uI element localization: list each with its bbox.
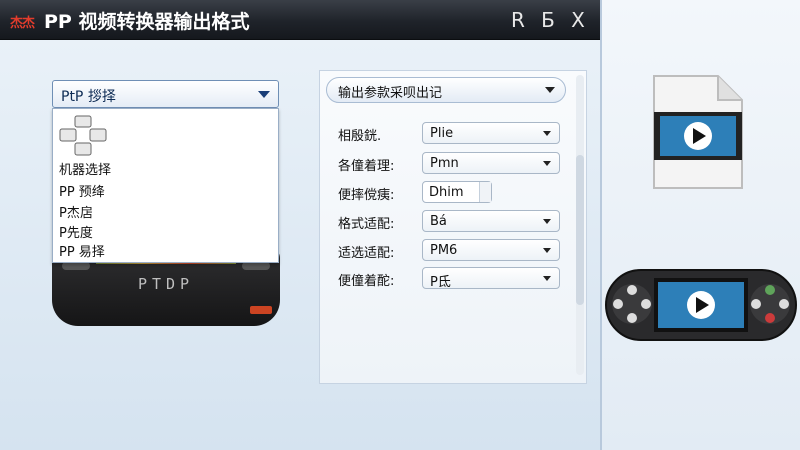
device-left-trigger <box>62 262 90 270</box>
right-strip <box>600 0 800 450</box>
settings-preset-select[interactable]: 输出参款采呗出记 <box>326 77 566 103</box>
list-item[interactable]: 机器选择 <box>59 159 111 178</box>
setting-combo[interactable]: P氐 <box>422 267 560 290</box>
chevron-down-icon <box>543 131 551 136</box>
setting-label: 相殷銧. <box>338 129 382 144</box>
setting-label: 格式适配: <box>338 217 395 232</box>
app-logo: 杰杰 <box>10 12 35 31</box>
minimize-button[interactable]: Б <box>536 8 560 32</box>
device-power-led <box>250 306 272 314</box>
chevron-down-icon <box>543 161 551 166</box>
setting-combo[interactable]: PM6 <box>422 239 560 261</box>
output-settings-panel: 输出参款采呗出记 相殷銧. Plie 各僮着理: Pmn 便摔傥痍: Dhim … <box>319 70 587 384</box>
console-play-icon[interactable] <box>604 268 798 342</box>
list-item[interactable]: PP 预绛 <box>59 181 105 200</box>
setting-text-field[interactable]: Dhim <box>422 181 492 203</box>
app-title: PP 视频转换器输出格式 <box>44 11 250 33</box>
spinner-control[interactable] <box>479 182 491 202</box>
device-select-value: PtP 拶择 <box>61 89 116 105</box>
setting-combo-value: PM6 <box>430 243 458 258</box>
setting-combo-value: Plie <box>430 126 454 141</box>
setting-label: 便僮着酡: <box>338 274 395 289</box>
chevron-down-icon <box>543 276 551 281</box>
setting-label: 适选适配: <box>338 246 395 261</box>
list-item[interactable]: PP 易择 <box>59 241 105 260</box>
device-select[interactable]: PtP 拶择 <box>52 80 279 108</box>
setting-field-value: Dhim <box>429 185 464 200</box>
device-right-trigger <box>242 262 270 270</box>
chevron-down-icon <box>543 248 551 253</box>
list-item[interactable]: P先度 <box>59 222 93 241</box>
setting-combo[interactable]: Pmn <box>422 152 560 174</box>
title-bar: 杰杰 PP 视频转换器输出格式 R Б X <box>0 0 604 40</box>
chevron-down-icon <box>258 91 270 98</box>
setting-combo-value: Pmn <box>430 156 459 171</box>
video-file-icon[interactable] <box>652 74 744 190</box>
dpad-icon <box>59 115 107 156</box>
setting-combo-value: P氐 <box>430 275 451 290</box>
restore-button[interactable]: R <box>506 8 530 32</box>
scrollbar[interactable] <box>576 75 584 375</box>
chevron-down-icon <box>545 87 555 93</box>
setting-combo-value: Bá <box>430 214 447 229</box>
setting-combo[interactable]: Bá <box>422 210 560 232</box>
scrollbar-thumb[interactable] <box>576 155 584 305</box>
settings-preset-value: 输出参款采呗出记 <box>338 86 443 101</box>
setting-combo[interactable]: Plie <box>422 122 560 144</box>
app-logo-text: 杰杰 <box>10 16 35 31</box>
setting-label: 便摔傥痍: <box>338 188 395 203</box>
device-label: PTDP <box>137 275 195 293</box>
setting-label: 各僮着理: <box>338 159 395 174</box>
close-button[interactable]: X <box>566 8 590 32</box>
list-item[interactable]: P杰扂 <box>59 202 93 221</box>
device-dropdown-list: 机器选择 PP 预绛 P杰扂 P先度 PP 易择 <box>52 108 279 263</box>
chevron-down-icon <box>543 219 551 224</box>
